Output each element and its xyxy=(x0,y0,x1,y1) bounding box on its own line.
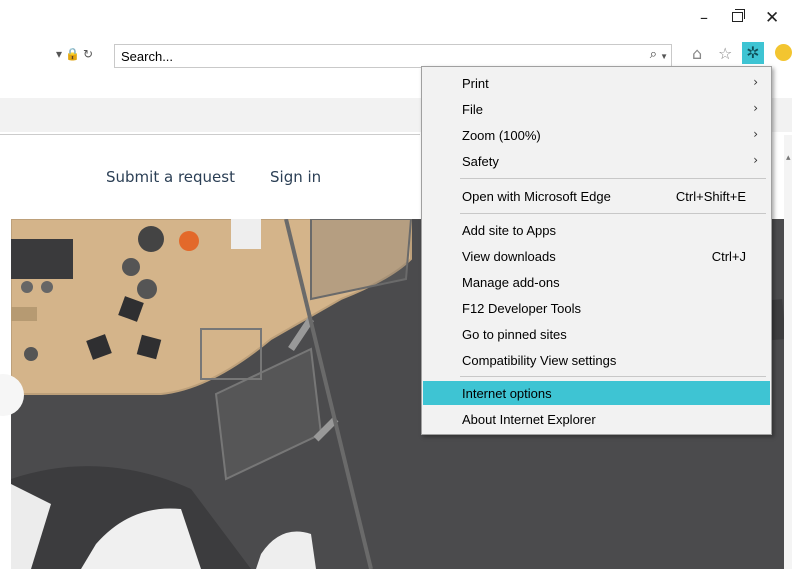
menu-item-label: Zoom (100%) xyxy=(462,128,541,143)
submit-request-link[interactable]: Submit a request xyxy=(106,168,235,186)
restore-button[interactable] xyxy=(732,9,745,22)
page-left-margin xyxy=(0,135,11,569)
title-bar xyxy=(0,0,792,40)
menu-item-open-with-edge[interactable]: Open with Microsoft Edge Ctrl+Shift+E xyxy=(423,184,770,208)
minimize-button[interactable]: – xyxy=(700,8,708,27)
dropdown-icon[interactable]: ▾ xyxy=(56,47,65,61)
menu-item-label: Safety xyxy=(462,154,499,169)
menu-item-shortcut: Ctrl+Shift+E xyxy=(675,189,746,204)
menu-item-zoom[interactable]: Zoom (100%) › xyxy=(423,123,770,147)
menu-item-label: Compatibility View settings xyxy=(462,353,617,368)
menu-item-label: Manage add-ons xyxy=(462,275,560,290)
menu-item-label: Add site to Apps xyxy=(462,223,556,238)
search-input[interactable] xyxy=(121,49,601,64)
menu-item-file[interactable]: File › xyxy=(423,97,770,121)
menu-item-label: Go to pinned sites xyxy=(462,327,567,342)
sign-in-link[interactable]: Sign in xyxy=(270,168,321,186)
address-bar-icons: ▾🔒↻ xyxy=(56,47,96,61)
search-dropdown-icon[interactable]: ▼ xyxy=(660,52,668,61)
menu-item-label: View downloads xyxy=(462,249,556,264)
menu-item-safety[interactable]: Safety › xyxy=(423,149,770,173)
chevron-right-icon: › xyxy=(753,127,758,141)
menu-item-shortcut: Ctrl+J xyxy=(711,249,746,264)
smiley-feedback-icon[interactable] xyxy=(775,44,792,61)
menu-item-internet-options[interactable]: Internet options xyxy=(423,381,770,405)
gear-icon[interactable]: ✲ xyxy=(742,42,764,64)
menu-item-label: F12 Developer Tools xyxy=(462,301,581,316)
vertical-scrollbar[interactable] xyxy=(784,135,792,569)
menu-item-add-site-to-apps[interactable]: Add site to Apps xyxy=(423,218,770,242)
menu-separator xyxy=(460,376,766,377)
tools-menu: Print › File › Zoom (100%) › Safety › Op… xyxy=(421,66,772,435)
menu-item-label: Internet options xyxy=(462,386,552,401)
menu-item-compatibility-view-settings[interactable]: Compatibility View settings xyxy=(423,348,770,372)
menu-item-label: About Internet Explorer xyxy=(462,412,596,427)
menu-item-view-downloads[interactable]: View downloads Ctrl+J xyxy=(423,244,770,268)
chevron-right-icon: › xyxy=(753,75,758,89)
favorites-icon[interactable]: ☆ xyxy=(718,44,732,63)
lock-icon[interactable]: 🔒 xyxy=(65,47,83,61)
menu-item-label: Print xyxy=(462,76,489,91)
chevron-right-icon: › xyxy=(753,101,758,115)
search-box[interactable]: ⌕ ▼ xyxy=(114,44,672,68)
refresh-icon[interactable]: ↻ xyxy=(83,47,96,61)
scroll-up-icon[interactable]: ▴ xyxy=(786,152,791,163)
menu-item-about-internet-explorer[interactable]: About Internet Explorer xyxy=(423,407,770,431)
search-icon[interactable]: ⌕ xyxy=(650,47,657,62)
close-button[interactable]: ✕ xyxy=(765,8,779,28)
menu-item-label: Open with Microsoft Edge xyxy=(462,189,611,204)
menu-item-f12-developer-tools[interactable]: F12 Developer Tools xyxy=(423,296,770,320)
menu-item-print[interactable]: Print › xyxy=(423,71,770,95)
menu-separator xyxy=(460,213,766,214)
menu-item-label: File xyxy=(462,102,483,117)
menu-separator xyxy=(460,178,766,179)
menu-item-go-to-pinned-sites[interactable]: Go to pinned sites xyxy=(423,322,770,346)
menu-item-manage-add-ons[interactable]: Manage add-ons xyxy=(423,270,770,294)
chevron-right-icon: › xyxy=(753,153,758,167)
home-icon[interactable]: ⌂ xyxy=(692,44,702,63)
